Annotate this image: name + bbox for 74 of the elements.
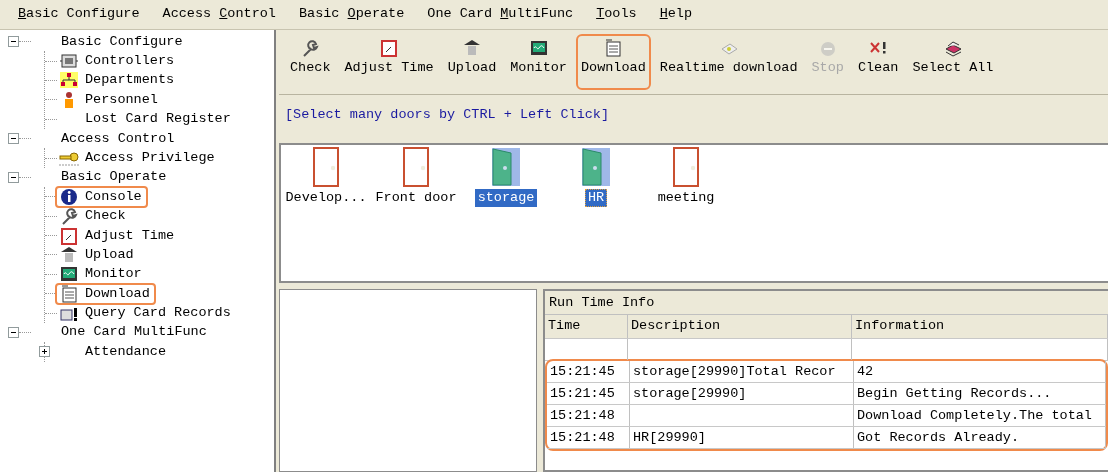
- collapse-toggle[interactable]: [8, 327, 19, 339]
- column-header[interactable]: Information: [852, 315, 1108, 338]
- org-chart-icon: [59, 71, 79, 90]
- tree-item[interactable]: Basic Operate: [61, 169, 167, 186]
- chip-icon: [59, 52, 79, 71]
- tree-item[interactable]: Attendance: [85, 343, 166, 361]
- collapse-toggle[interactable]: [8, 171, 19, 183]
- menu-item[interactable]: Help: [653, 0, 699, 29]
- door-label[interactable]: Front door: [372, 189, 460, 208]
- toolbar-button[interactable]: Realtime download: [654, 34, 803, 90]
- document-icon: [59, 284, 79, 303]
- clock-icon: [379, 39, 400, 57]
- door-icon[interactable]: [401, 147, 431, 187]
- toolbar-button[interactable]: Clean: [852, 34, 904, 90]
- tree-item[interactable]: One Card MultiFunc: [61, 324, 207, 341]
- table-cell: storage[29990]: [630, 383, 854, 404]
- door-label[interactable]: HR: [584, 189, 608, 208]
- tree-item[interactable]: Upload: [85, 246, 134, 264]
- table-cell: 42: [854, 361, 1106, 382]
- table-cell: HR[29990]: [630, 427, 854, 448]
- toolbar-button[interactable]: Monitor: [505, 34, 572, 90]
- tree-item[interactable]: Console: [85, 188, 142, 205]
- table-cell: Download Completely.The total: [854, 405, 1106, 426]
- door-icon[interactable]: [671, 147, 701, 187]
- hint-text: [Select many doors by CTRL + Left Click]: [285, 107, 610, 122]
- menu-item[interactable]: Basic Operate: [292, 0, 411, 29]
- toolbar-button[interactable]: Select All: [907, 34, 999, 90]
- tree-item[interactable]: Controllers: [85, 53, 175, 70]
- collapse-toggle[interactable]: [8, 36, 19, 48]
- door-icon[interactable]: [581, 147, 611, 187]
- table-cell: Begin Getting Records...: [854, 383, 1106, 404]
- table-cell: 15:21:45: [547, 383, 630, 404]
- tree-item[interactable]: Departments: [85, 72, 175, 89]
- tree-item[interactable]: Lost Card Register: [85, 111, 231, 128]
- tree-item[interactable]: Monitor: [85, 266, 142, 283]
- monitor-icon: [59, 265, 79, 284]
- tree-item[interactable]: Personnel: [85, 91, 158, 108]
- document-icon: [603, 39, 624, 57]
- menu-item[interactable]: One Card MultiFunc: [421, 0, 580, 29]
- upload-icon: [59, 246, 79, 264]
- toolbar-button[interactable]: Adjust Time: [339, 34, 439, 90]
- toolbar-button[interactable]: Download: [575, 34, 651, 90]
- clock-icon: [59, 226, 79, 245]
- column-header[interactable]: Description: [628, 315, 852, 338]
- key-icon: [59, 149, 79, 168]
- door-label[interactable]: Develop...: [282, 189, 370, 208]
- tree-item[interactable]: Basic Configure: [61, 33, 183, 50]
- tree-item[interactable]: Download: [85, 285, 150, 302]
- expand-toggle[interactable]: [39, 345, 50, 357]
- table-cell: 15:21:48: [547, 405, 630, 426]
- door-icon[interactable]: [491, 147, 521, 187]
- door-label[interactable]: storage: [474, 189, 538, 208]
- panel-title: Run Time Info: [549, 295, 655, 310]
- table-cell: storage[29990]Total Recor: [630, 361, 854, 382]
- tree-item[interactable]: Check: [85, 208, 126, 225]
- collapse-toggle[interactable]: [8, 133, 19, 145]
- info-icon: [59, 187, 79, 206]
- tree-item[interactable]: Query Card Records: [85, 305, 231, 322]
- tree-item[interactable]: Access Privilege: [85, 149, 215, 167]
- column-header[interactable]: Time: [545, 315, 628, 338]
- tree-item[interactable]: Adjust Time: [85, 227, 175, 244]
- menu-item[interactable]: Access Control: [156, 0, 282, 29]
- menu-item[interactable]: Tools: [590, 0, 643, 29]
- table-cell: Got Records Already.: [854, 427, 1106, 448]
- toolbar-button[interactable]: Upload: [442, 34, 502, 90]
- table-cell: 15:21:48: [547, 427, 630, 448]
- menu-item[interactable]: Basic Configure: [12, 0, 146, 29]
- table-cell: 15:21:45: [547, 361, 630, 382]
- monitor-icon: [528, 39, 549, 57]
- door-icon[interactable]: [311, 147, 341, 187]
- toolbar-button[interactable]: Check: [285, 34, 336, 90]
- clear-icon: [868, 39, 889, 57]
- door-label[interactable]: meeting: [654, 189, 718, 208]
- tree-item[interactable]: Access Control: [61, 130, 175, 147]
